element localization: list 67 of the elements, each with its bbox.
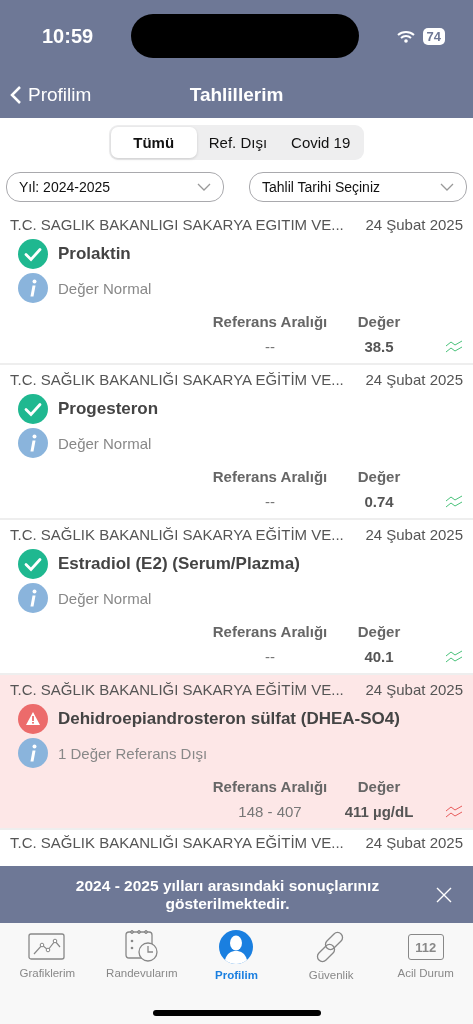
result-value: 40.1 xyxy=(364,648,394,665)
result-note: Değer Normal xyxy=(58,279,152,297)
info-icon xyxy=(18,273,48,303)
test-name: Progesteron xyxy=(58,399,159,419)
year-dropdown[interactable]: Yıl: 2024-2025 xyxy=(6,172,224,202)
test-name: Dehidroepiandrosteron sülfat (DHEA-SO4) xyxy=(58,709,400,729)
result-value: 411 µg/dL xyxy=(344,803,414,820)
check-icon xyxy=(18,549,48,579)
warning-icon xyxy=(18,704,48,734)
segment-tab[interactable]: Tümü xyxy=(110,127,197,158)
banner-message: 2024 - 2025 yılları arasındaki sonuçlarınız gösterilmektedir. xyxy=(74,876,381,913)
segment-tab[interactable]: Ref. Dışı xyxy=(196,127,280,158)
institution-name: T.C. SAGLIK BAKANLIGI SAKARYA EGITIM VE... xyxy=(10,216,344,233)
result-note: Değer Normal xyxy=(58,589,152,607)
reference-range: -- xyxy=(265,493,275,510)
tab-bar-item[interactable]: Profilim xyxy=(189,929,284,981)
column-header: Değer xyxy=(357,468,401,485)
column-header: Değer xyxy=(357,313,401,330)
result-date: 24 Şubat 2025 xyxy=(365,216,463,233)
wifi-icon xyxy=(396,29,415,43)
chevron-left-icon xyxy=(10,85,22,105)
result-date: 24 Şubat 2025 xyxy=(365,681,463,698)
trend-icon[interactable] xyxy=(445,339,463,354)
check-icon xyxy=(18,394,48,424)
column-header: Değer xyxy=(357,778,401,795)
institution-name: T.C. SAĞLIK BAKANLIĞI SAKARYA EĞİTİM VE... xyxy=(10,371,344,388)
emergency-number-icon: 112 xyxy=(407,934,444,960)
check-icon xyxy=(18,239,48,269)
institution-name: T.C. SAĞLIK BAKANLIĞI SAKARYA EĞİTİM VE... xyxy=(10,834,344,850)
status-time: 10:59 xyxy=(42,24,94,48)
chevron-down-icon xyxy=(197,183,211,191)
tab-bar-item[interactable]: 112 Acil Durum xyxy=(378,929,473,981)
test-name: Prolaktin xyxy=(58,244,131,264)
result-note: 1 Değer Referans Dışı xyxy=(58,744,208,762)
result-card[interactable]: T.C. SAĞLIK BAKANLIĞI SAKARYA EĞİTİM VE... 24 Şubat 2025 Dehidroepiandrosteron sülfat (DHEA-SO4) 1 Değer Referans Dışı Referans Aralığı Değer 148 - 407 411 µg/dL xyxy=(0,675,473,830)
result-date: 24 Şubat 2025 xyxy=(365,526,463,543)
trend-icon[interactable] xyxy=(445,804,463,819)
close-icon xyxy=(435,885,453,904)
result-note: Değer Normal xyxy=(58,434,152,452)
date-dropdown[interactable]: Tahlil Tarihi Seçiniz xyxy=(249,172,467,202)
trend-icon[interactable] xyxy=(445,649,463,664)
institution-name: T.C. SAĞLIK BAKANLIĞI SAKARYA EĞİTİM VE... xyxy=(10,681,344,698)
result-value: 0.74 xyxy=(364,493,394,510)
battery-level: 74 xyxy=(422,27,445,45)
column-header: Referans Aralığı xyxy=(212,623,328,640)
chevron-down-icon xyxy=(440,183,454,191)
trend-icon[interactable] xyxy=(445,494,463,509)
result-date: 24 Şubat 2025 xyxy=(365,371,463,388)
institution-name: T.C. SAĞLIK BAKANLIĞI SAKARYA EĞİTİM VE... xyxy=(10,526,344,543)
close-button[interactable] xyxy=(435,885,453,904)
column-header: Değer xyxy=(357,623,401,640)
reference-range: -- xyxy=(265,648,275,665)
back-button[interactable]: Profilim xyxy=(10,84,92,106)
column-header: Referans Aralığı xyxy=(212,468,328,485)
result-value: 38.5 xyxy=(364,338,394,355)
calendar-clock-icon xyxy=(122,929,161,963)
column-header: Referans Aralığı xyxy=(212,778,328,795)
info-icon xyxy=(18,738,48,768)
info-icon xyxy=(18,583,48,613)
reference-range: 148 - 407 xyxy=(238,803,302,820)
reference-range: -- xyxy=(265,338,275,355)
info-icon xyxy=(18,428,48,458)
test-name: Estradiol (E2) (Serum/Plazma) xyxy=(58,554,300,574)
page-title: Tahlillerim xyxy=(189,84,284,106)
column-header: Referans Aralığı xyxy=(212,313,328,330)
segment-tab[interactable]: Covid 19 xyxy=(279,127,363,158)
profile-icon xyxy=(218,929,255,965)
